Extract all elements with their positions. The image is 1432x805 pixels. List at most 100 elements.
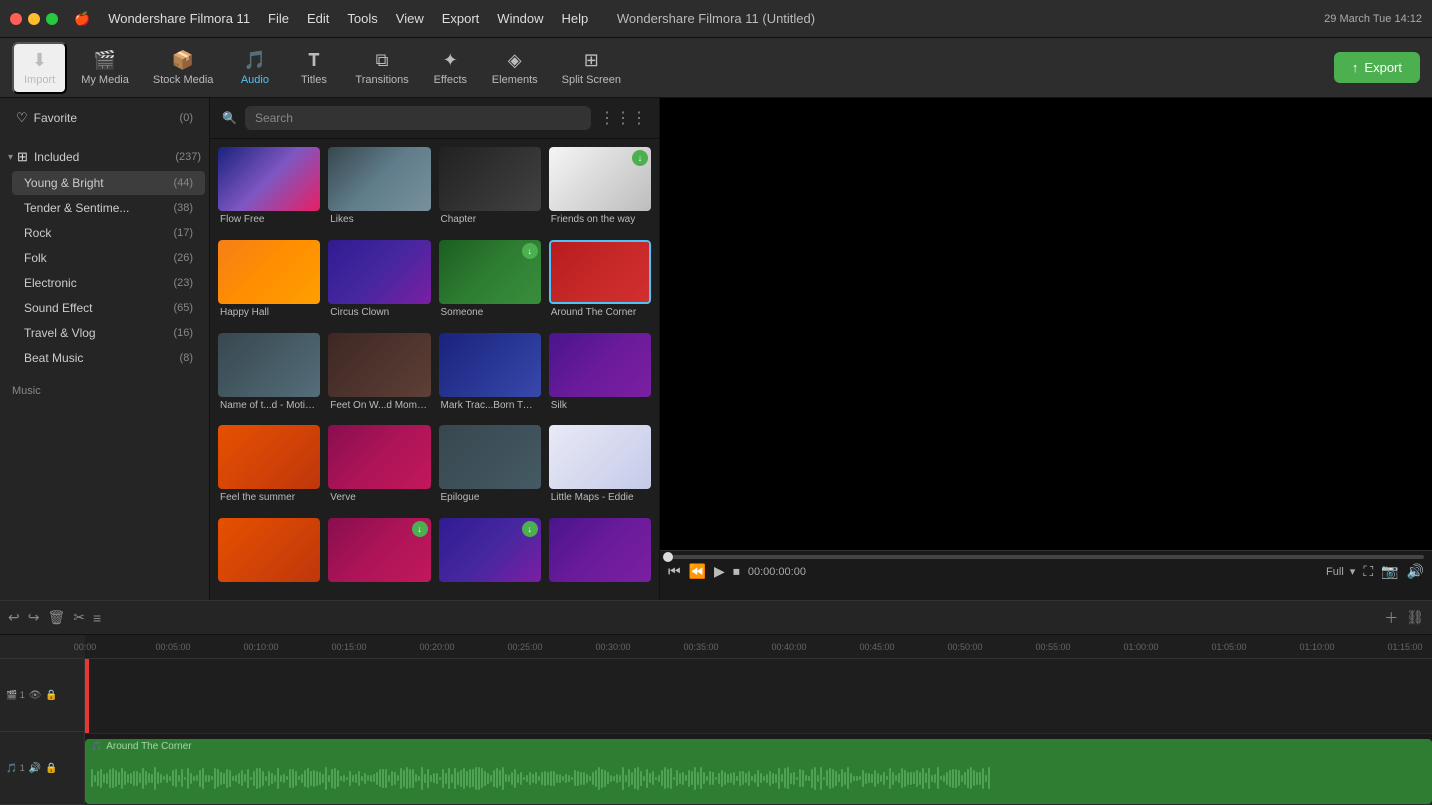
- media-item-verve[interactable]: Verve: [328, 425, 430, 510]
- media-item-someone[interactable]: ↓Someone: [439, 240, 541, 325]
- media-item-track-18[interactable]: ↓: [328, 518, 430, 592]
- window-controls[interactable]: [10, 13, 58, 25]
- media-item-flow-free[interactable]: Flow Free: [218, 147, 320, 232]
- list-button[interactable]: ≡: [93, 610, 101, 626]
- waveform-bar: [892, 772, 894, 785]
- waveform-bar: [748, 771, 750, 786]
- waveform-bar: [595, 770, 597, 787]
- media-item-track-19[interactable]: ↓: [439, 518, 541, 592]
- preview-seekbar[interactable]: [668, 555, 1424, 559]
- media-item-likes[interactable]: Likes: [328, 147, 430, 232]
- sidebar-item-travel-vlog[interactable]: Travel & Vlog (16): [12, 321, 205, 345]
- young-bright-label: Young & Bright: [24, 176, 173, 190]
- sidebar-item-rock[interactable]: Rock (17): [12, 221, 205, 245]
- stock-media-label: Stock Media: [153, 74, 214, 86]
- media-item-chapter[interactable]: Chapter: [439, 147, 541, 232]
- snapshot-button[interactable]: 📷: [1381, 563, 1398, 580]
- elements-tab[interactable]: ◈ Elements: [482, 44, 548, 92]
- media-item-feet-water[interactable]: Feet On W...d Moment: [328, 333, 430, 418]
- sidebar-item-beat-music[interactable]: Beat Music (8): [12, 346, 205, 370]
- waveform-bar: [844, 772, 846, 785]
- media-item-silk[interactable]: Silk: [549, 333, 651, 418]
- media-item-feel-summer[interactable]: Feel the summer: [218, 425, 320, 510]
- media-item-track-17[interactable]: [218, 518, 320, 592]
- sidebar-item-tender[interactable]: Tender & Sentime... (38): [12, 196, 205, 220]
- waveform-bar: [919, 772, 921, 785]
- audio-lock-icon[interactable]: 🔒: [45, 763, 57, 774]
- titles-tab[interactable]: 𝐓 Titles: [286, 44, 341, 92]
- media-item-little-maps[interactable]: Little Maps - Eddie: [549, 425, 651, 510]
- export-button[interactable]: ↑ Export: [1334, 52, 1420, 83]
- menu-export[interactable]: Export: [442, 11, 480, 27]
- close-button[interactable]: [10, 13, 22, 25]
- waveform-bar: [388, 775, 390, 782]
- travel-vlog-label: Travel & Vlog: [24, 326, 173, 340]
- sidebar-music-label[interactable]: Music: [0, 377, 209, 405]
- fullscreen-button[interactable]: ⛶: [1363, 563, 1373, 580]
- audio-tab[interactable]: 🎵 Audio: [227, 44, 282, 92]
- waveform-bar: [817, 775, 819, 783]
- stop-button[interactable]: ⏹: [733, 563, 740, 580]
- visibility-icon[interactable]: 👁: [29, 690, 42, 701]
- maximize-button[interactable]: [46, 13, 58, 25]
- split-screen-tab[interactable]: ⊞ Split Screen: [552, 44, 631, 92]
- media-item-circus-clown[interactable]: Circus Clown: [328, 240, 430, 325]
- add-track-button[interactable]: ＋: [1384, 608, 1398, 628]
- sidebar-item-sound-effect[interactable]: Sound Effect (65): [12, 296, 205, 320]
- waveform-bar: [964, 772, 966, 786]
- media-label-likes: Likes: [328, 211, 430, 228]
- sidebar-item-electronic[interactable]: Electronic (23): [12, 271, 205, 295]
- sidebar-item-folk[interactable]: Folk (26): [12, 246, 205, 270]
- volume-button[interactable]: 🔊: [1407, 563, 1424, 580]
- media-item-track-20[interactable]: [549, 518, 651, 592]
- menu-edit[interactable]: Edit: [307, 11, 329, 27]
- undo-button[interactable]: ↩: [8, 609, 20, 626]
- zoom-control[interactable]: Full ▾: [1326, 565, 1355, 578]
- search-input[interactable]: [245, 106, 591, 130]
- apple-menu[interactable]: 🍎: [74, 11, 90, 27]
- media-item-mark-born[interactable]: Mark Trac...Born Twice: [439, 333, 541, 418]
- grid-view-icon[interactable]: ⋮⋮⋮: [599, 108, 647, 128]
- delete-button[interactable]: 🗑: [47, 609, 65, 626]
- menu-help[interactable]: Help: [562, 11, 589, 27]
- seekbar-handle[interactable]: [663, 552, 673, 562]
- menu-view[interactable]: View: [396, 11, 424, 27]
- menu-window[interactable]: Window: [497, 11, 543, 27]
- audio-visibility-icon[interactable]: 🔊: [29, 763, 41, 774]
- transitions-tab[interactable]: ⧉ Transitions: [345, 44, 418, 92]
- audio-clip-around-the-corner[interactable]: 🎵 Around The Corner: [85, 739, 1432, 804]
- sidebar-item-favorite[interactable]: ♡ Favorite (0): [4, 105, 205, 131]
- step-back-button[interactable]: ⏪: [689, 563, 706, 580]
- menu-file[interactable]: File: [268, 11, 289, 27]
- rewind-button[interactable]: ⏮: [668, 563, 681, 580]
- split-screen-icon: ⊞: [584, 50, 599, 71]
- media-item-epilogue[interactable]: Epilogue: [439, 425, 541, 510]
- play-button[interactable]: ▶: [714, 563, 725, 580]
- cut-button[interactable]: ✂: [73, 609, 85, 626]
- minimize-button[interactable]: [28, 13, 40, 25]
- redo-button[interactable]: ↪: [28, 609, 40, 626]
- effects-tab[interactable]: ✦ Effects: [423, 44, 478, 92]
- sidebar-item-young-bright[interactable]: Young & Bright (44): [12, 171, 205, 195]
- link-button[interactable]: ⛓: [1406, 609, 1424, 626]
- import-button[interactable]: ⬇ Import: [12, 42, 67, 94]
- media-item-friends[interactable]: ↓Friends on the way: [549, 147, 651, 232]
- media-item-name-child[interactable]: Name of t...d - Motions: [218, 333, 320, 418]
- sidebar-item-included[interactable]: ▾ ⊞ Included (237): [0, 144, 209, 170]
- rock-label: Rock: [24, 226, 173, 240]
- waveform-bar: [982, 768, 984, 789]
- waveform-bar: [118, 772, 120, 785]
- menu-bar[interactable]: 🍎 Wondershare Filmora 11 File Edit Tools…: [74, 11, 588, 27]
- waveform-bar: [661, 770, 663, 786]
- lock-icon[interactable]: 🔒: [45, 690, 57, 701]
- media-label-silk: Silk: [549, 397, 651, 414]
- media-item-happy-hall[interactable]: Happy Hall: [218, 240, 320, 325]
- waveform-bar: [604, 770, 606, 787]
- my-media-tab[interactable]: 🎬 My Media: [71, 44, 139, 92]
- waveform-bar: [916, 770, 918, 787]
- menu-tools[interactable]: Tools: [347, 11, 377, 27]
- ruler-mark-8: 00:40:00: [771, 642, 806, 652]
- waveform-bar: [430, 775, 432, 783]
- stock-media-tab[interactable]: 📦 Stock Media: [143, 44, 224, 92]
- media-item-around-corner[interactable]: Around The Corner: [549, 240, 651, 325]
